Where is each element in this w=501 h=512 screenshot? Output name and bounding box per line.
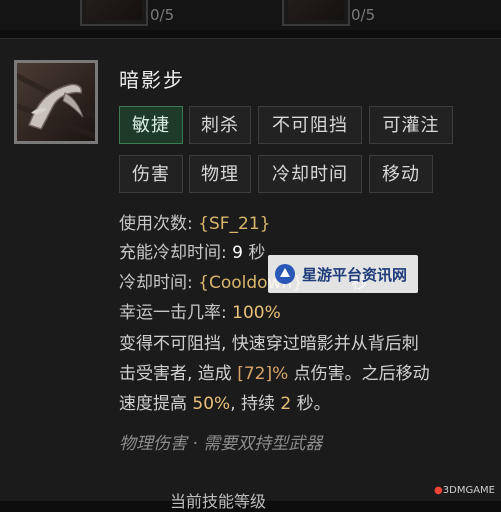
- charge-cooldown-line: 充能冷却时间: 9 秒: [119, 238, 265, 263]
- skill-slot[interactable]: [80, 0, 148, 26]
- charge-cooldown-value: 9: [232, 243, 243, 263]
- description-text: 点伤害。之后移动: [288, 364, 430, 384]
- skill-name: 暗影步: [119, 68, 185, 92]
- skill-slot[interactable]: [282, 0, 350, 26]
- tag-cooldown: 冷却时间: [258, 155, 362, 193]
- charge-cooldown-unit: 秒: [242, 243, 266, 263]
- watermark-text: 星游平台资讯网: [302, 265, 408, 284]
- charge-cooldown-label: 充能冷却时间:: [119, 243, 233, 263]
- description-line-1: 变得不可阻挡, 快速穿过暗影并从背后刺: [119, 334, 419, 354]
- skill-tooltip: 暗影步 敏捷 刺杀 不可阻挡 可灌注 伤害 物理 冷却时间 移动 使用次数: {…: [0, 38, 501, 501]
- requirement-footer: 物理伤害 · 需要双持型武器: [119, 434, 323, 454]
- description-line-2: 击受害者, 造成 [72]% 点伤害。之后移动: [119, 359, 430, 384]
- description-text: 速度提高: [119, 394, 193, 414]
- description-text: 秒。: [291, 394, 331, 414]
- tag-agility: 敏捷: [119, 106, 183, 144]
- slot-count: 0/5: [351, 6, 376, 24]
- shadow-blade-icon: [14, 60, 98, 144]
- tag-movement: 移动: [369, 155, 433, 193]
- description-line-3: 速度提高 50%, 持续 2 秒。: [119, 389, 331, 414]
- watermark-logo-icon: [275, 264, 295, 284]
- duration-value: 2: [280, 394, 292, 414]
- lucky-hit-line: 幸运一击几率: 100%: [119, 298, 281, 323]
- corner-watermark-text: 3DMGAME: [442, 485, 495, 496]
- skill-level-fragment: 当前技能等级: [170, 492, 267, 511]
- tag-imbueable: 可灌注: [369, 106, 453, 144]
- description-text: , 持续: [230, 394, 281, 414]
- charges-line: 使用次数: {SF_21}: [119, 209, 270, 234]
- skill-slot-strip: 0/5 0/5: [0, 0, 501, 30]
- corner-watermark: ●3DMGAME: [434, 485, 495, 496]
- speed-bonus: 50%: [192, 394, 231, 414]
- tag-physical: 物理: [189, 155, 251, 193]
- description-text: 击受害者, 造成: [119, 364, 238, 384]
- charges-value: {SF_21}: [198, 214, 271, 234]
- charges-label: 使用次数:: [119, 214, 199, 234]
- tag-unstoppable: 不可阻挡: [258, 106, 362, 144]
- lucky-hit-label: 幸运一击几率:: [119, 303, 233, 323]
- tag-assassination: 刺杀: [189, 106, 251, 144]
- tag-damage: 伤害: [119, 155, 183, 193]
- slot-count: 0/5: [150, 6, 175, 24]
- damage-percent: [72]%: [237, 364, 289, 384]
- lucky-hit-value: 100%: [232, 303, 281, 323]
- watermark-banner: 星游平台资讯网: [268, 255, 418, 293]
- cooldown-label: 冷却时间:: [119, 273, 199, 293]
